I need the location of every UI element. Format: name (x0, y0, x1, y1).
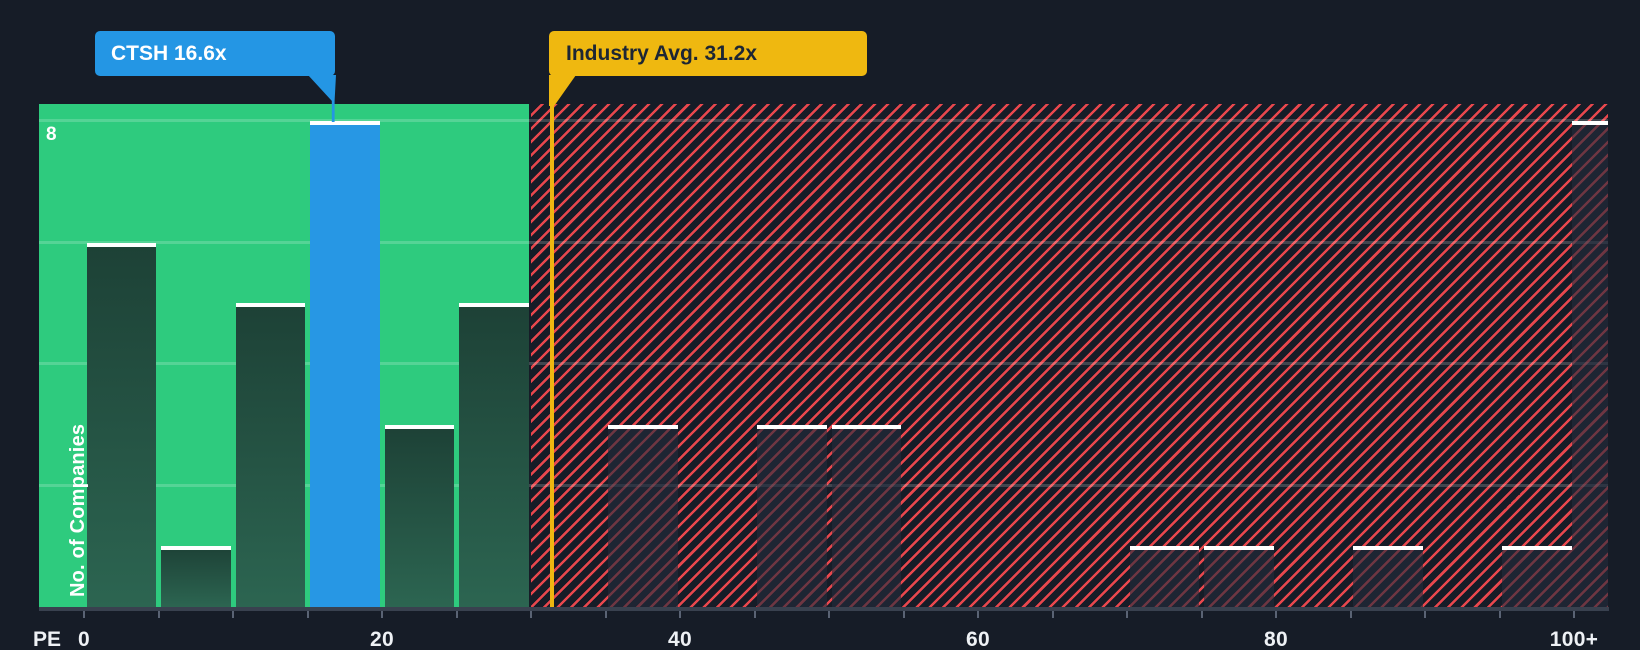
x-tick-mark (530, 611, 532, 618)
histogram-bar[interactable] (384, 424, 454, 607)
x-tick-mark (455, 611, 458, 618)
x-tick-mark (828, 611, 830, 618)
x-tick-label: 80 (1264, 628, 1288, 650)
above-average-zone-hatched (530, 103, 1608, 607)
x-tick-mark (977, 611, 979, 618)
industry-tooltip: Industry Avg. 31.2x (549, 31, 867, 76)
industry-average-line (549, 95, 554, 607)
x-tick-mark (1051, 611, 1054, 618)
x-tick-mark (902, 611, 905, 618)
y-axis-max-tick-label: 8 (46, 124, 57, 145)
histogram-bar[interactable] (608, 424, 678, 607)
histogram-bar[interactable] (1502, 546, 1572, 607)
gridline-8 (39, 119, 1608, 122)
histogram-bar[interactable] (161, 546, 231, 607)
x-tick-mark (306, 611, 309, 618)
histogram-bar[interactable] (235, 303, 305, 607)
x-tick-label: 20 (370, 628, 394, 650)
y-axis-title: No. of Companies (67, 423, 89, 597)
histogram-bar[interactable] (86, 242, 156, 607)
industry-tooltip-label: Industry Avg. 31.2x (566, 42, 758, 65)
x-tick-mark (604, 611, 607, 618)
x-tick-mark (1200, 611, 1203, 618)
x-tick-label: 40 (668, 628, 692, 650)
histogram-bar[interactable] (1353, 546, 1423, 607)
histogram-bar[interactable] (757, 424, 827, 607)
histogram-bar-company[interactable] (310, 121, 380, 607)
x-tick-mark (1126, 611, 1128, 618)
company-tooltip: CTSH 16.6x (95, 31, 335, 76)
gridline-6 (39, 240, 1608, 244)
pe-histogram-chart: 0 20 40 60 80 100+ PE 8 No. of Companies CTSH… (0, 0, 1640, 650)
histogram-bar[interactable] (459, 303, 529, 607)
x-axis-line (39, 606, 1609, 611)
histogram-bar[interactable] (1204, 546, 1274, 607)
x-axis-title: PE (33, 628, 62, 650)
x-tick-mark (1498, 611, 1501, 618)
company-tooltip-label: CTSH 16.6x (111, 42, 227, 65)
x-tick-mark (1424, 611, 1426, 618)
x-tick-label: 100+ (1549, 628, 1599, 650)
x-tick-label: 60 (966, 628, 990, 650)
x-tick-mark (753, 611, 756, 618)
x-tick-mark (1275, 611, 1277, 618)
x-tick-mark (381, 611, 383, 618)
industry-tooltip-pointer (549, 75, 576, 106)
x-tick-mark (679, 611, 681, 618)
x-tick-mark (1349, 611, 1352, 618)
x-tick-mark (232, 611, 234, 618)
histogram-bar[interactable] (1129, 546, 1199, 607)
histogram-bar[interactable] (1572, 121, 1608, 607)
histogram-bar[interactable] (831, 424, 901, 607)
x-tick-mark (83, 611, 85, 618)
x-tick-mark (157, 611, 160, 618)
x-tick-mark (1573, 611, 1575, 618)
